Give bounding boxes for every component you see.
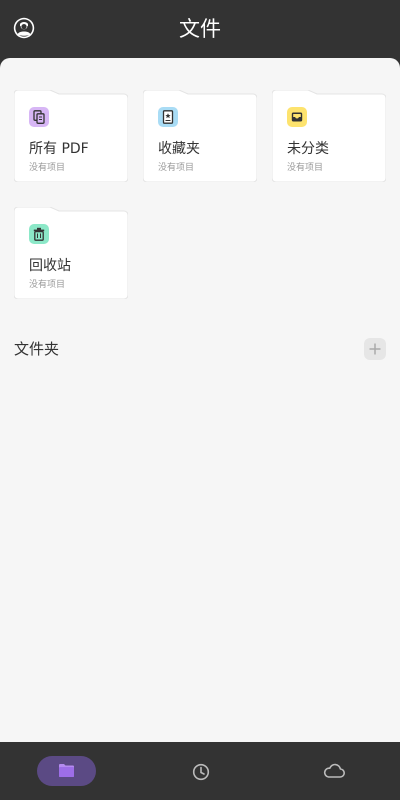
clock-icon xyxy=(192,763,210,781)
bookmark-document-icon xyxy=(158,107,178,127)
nav-tab-recent[interactable] xyxy=(186,756,216,786)
card-item-count: 没有项目 xyxy=(287,163,324,173)
category-card-uncategorized[interactable]: 未分类 没有项目 xyxy=(272,90,386,182)
nav-tab-files[interactable] xyxy=(37,756,96,786)
trash-bin-icon xyxy=(29,224,49,244)
app-header: 文件 xyxy=(0,0,400,58)
category-card-favorites[interactable]: 收藏夹 没有项目 xyxy=(143,90,257,182)
category-card-all-pdf[interactable]: 所有 PDF 没有项目 xyxy=(14,90,128,182)
cloud-icon xyxy=(323,763,345,778)
plus-icon xyxy=(369,343,381,355)
page-title: 文件 xyxy=(179,17,221,41)
card-item-count: 没有项目 xyxy=(29,280,66,290)
card-title: 未分类 xyxy=(287,141,329,157)
main-content: 所有 PDF 没有项目 收藏夹 没有项目 未分类 没有项目 回收站 没有项目 文… xyxy=(0,58,400,742)
card-item-count: 没有项目 xyxy=(29,163,66,173)
folder-icon xyxy=(59,764,74,777)
inbox-tray-icon xyxy=(287,107,307,127)
category-card-recycle-bin[interactable]: 回收站 没有项目 xyxy=(14,207,128,299)
card-title: 回收站 xyxy=(29,258,71,274)
add-folder-button[interactable] xyxy=(364,338,386,360)
card-title: 所有 PDF xyxy=(29,141,89,157)
folders-section-title: 文件夹 xyxy=(14,340,60,358)
bottom-navigation xyxy=(0,742,400,800)
nav-tab-cloud[interactable] xyxy=(318,756,350,786)
card-title: 收藏夹 xyxy=(158,141,200,157)
card-item-count: 没有项目 xyxy=(158,163,195,173)
pdf-documents-icon xyxy=(29,107,49,127)
